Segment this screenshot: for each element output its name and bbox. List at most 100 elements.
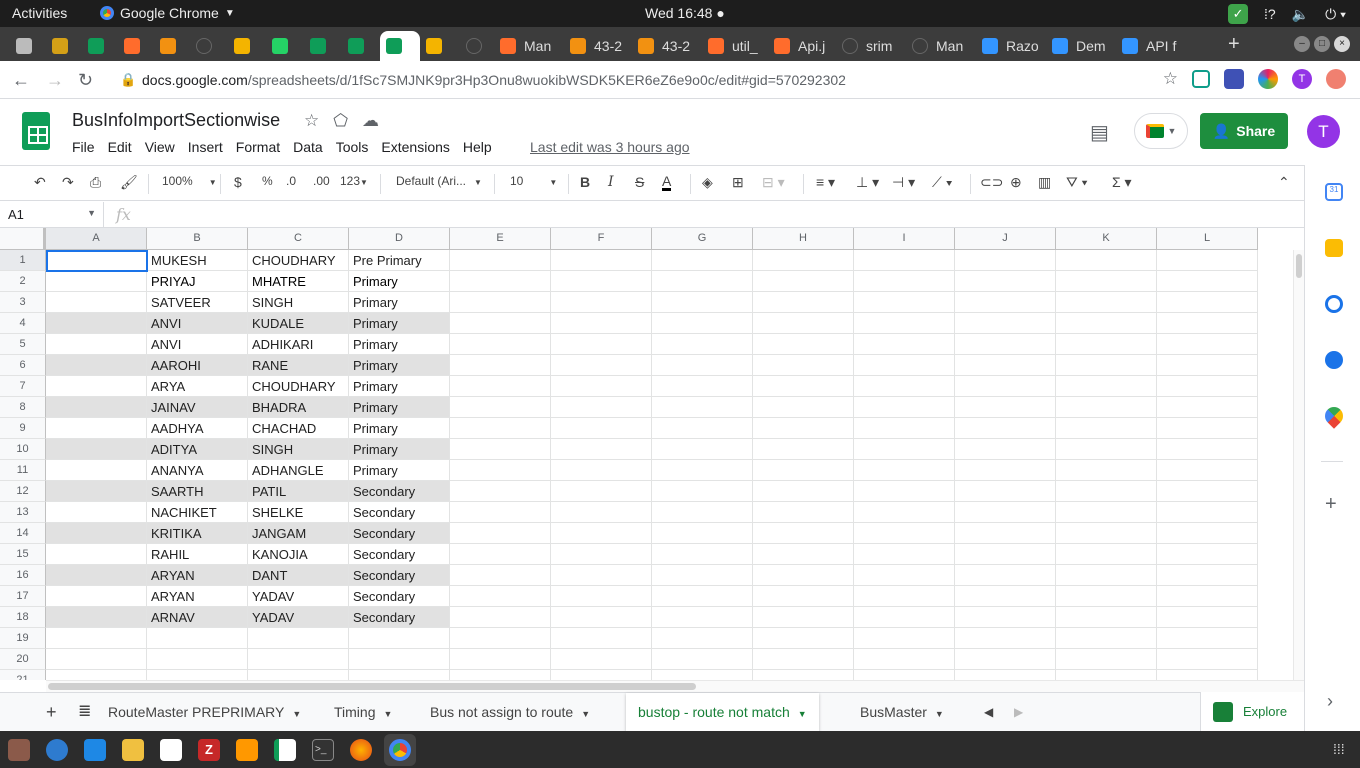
cell-h8[interactable] (753, 397, 854, 418)
row-header[interactable]: 9 (0, 418, 46, 439)
cell-d6[interactable]: Primary (349, 355, 450, 376)
cell-c1[interactable]: CHOUDHARY (248, 250, 349, 271)
bookmark-star-icon[interactable]: ☆ (1163, 69, 1178, 89)
cell-l14[interactable] (1157, 523, 1258, 544)
browser-tab[interactable]: API f (1116, 31, 1182, 61)
power-icon[interactable]: ⏻ ▾ (1325, 6, 1346, 23)
cell-h4[interactable] (753, 313, 854, 334)
cell-a3[interactable] (46, 292, 147, 313)
cell-j4[interactable] (955, 313, 1056, 334)
star-icon[interactable]: ☆ (304, 111, 319, 131)
cell-k20[interactable] (1056, 649, 1157, 670)
cell-l10[interactable] (1157, 439, 1258, 460)
cell-j5[interactable] (955, 334, 1056, 355)
cell-b18[interactable]: ARNAV (147, 607, 248, 628)
text-color-icon[interactable]: A (662, 174, 672, 191)
row-header[interactable]: 19 (0, 628, 46, 649)
cell-l7[interactable] (1157, 376, 1258, 397)
cell-c14[interactable]: JANGAM (248, 523, 349, 544)
cell-e19[interactable] (450, 628, 551, 649)
browser-tab[interactable] (228, 31, 266, 61)
cell-c11[interactable]: ADHANGLE (248, 460, 349, 481)
row-header[interactable]: 7 (0, 376, 46, 397)
cell-e8[interactable] (450, 397, 551, 418)
cell-c21[interactable] (248, 670, 349, 680)
row-header[interactable]: 8 (0, 397, 46, 418)
cell-a12[interactable] (46, 481, 147, 502)
cell-d16[interactable]: Secondary (349, 565, 450, 586)
column-header-j[interactable]: J (955, 228, 1056, 250)
cell-c12[interactable]: PATIL (248, 481, 349, 502)
cell-h18[interactable] (753, 607, 854, 628)
cell-g5[interactable] (652, 334, 753, 355)
cell-b20[interactable] (147, 649, 248, 670)
cell-a21[interactable] (46, 670, 147, 680)
row-header[interactable]: 1 (0, 250, 46, 271)
cell-j14[interactable] (955, 523, 1056, 544)
cell-l5[interactable] (1157, 334, 1258, 355)
cell-i7[interactable] (854, 376, 955, 397)
cell-f10[interactable] (551, 439, 652, 460)
profile-avatar[interactable]: T (1292, 69, 1312, 89)
cell-e5[interactable] (450, 334, 551, 355)
cell-e13[interactable] (450, 502, 551, 523)
cell-j6[interactable] (955, 355, 1056, 376)
cell-h1[interactable] (753, 250, 854, 271)
menu-item-extensions[interactable]: Extensions (381, 139, 449, 155)
row-header[interactable]: 12 (0, 481, 46, 502)
cell-d2[interactable]: Primary (349, 271, 450, 292)
cell-k13[interactable] (1056, 502, 1157, 523)
cell-i17[interactable] (854, 586, 955, 607)
cell-k5[interactable] (1056, 334, 1157, 355)
share-button[interactable]: 👤 Share (1200, 113, 1288, 149)
cell-j9[interactable] (955, 418, 1056, 439)
cell-e21[interactable] (450, 670, 551, 680)
vertical-scrollbar[interactable] (1293, 250, 1304, 680)
cell-k11[interactable] (1056, 460, 1157, 481)
row-header[interactable]: 17 (0, 586, 46, 607)
cell-f12[interactable] (551, 481, 652, 502)
cell-l8[interactable] (1157, 397, 1258, 418)
cell-a11[interactable] (46, 460, 147, 481)
cell-k9[interactable] (1056, 418, 1157, 439)
cell-e2[interactable] (450, 271, 551, 292)
cell-f4[interactable] (551, 313, 652, 334)
browser-tab[interactable]: Api.j (768, 31, 836, 61)
cell-f17[interactable] (551, 586, 652, 607)
row-header[interactable]: 13 (0, 502, 46, 523)
row-header[interactable]: 6 (0, 355, 46, 376)
document-title[interactable]: BusInfoImportSectionwise (72, 110, 280, 131)
column-header-f[interactable]: F (551, 228, 652, 250)
cell-h2[interactable] (753, 271, 854, 292)
cell-i16[interactable] (854, 565, 955, 586)
cell-b10[interactable]: ADITYA (147, 439, 248, 460)
cell-c3[interactable]: SINGH (248, 292, 349, 313)
cell-d9[interactable]: Primary (349, 418, 450, 439)
cell-d4[interactable]: Primary (349, 313, 450, 334)
browser-tab[interactable] (380, 31, 420, 61)
cell-k4[interactable] (1056, 313, 1157, 334)
menu-item-data[interactable]: Data (293, 139, 323, 155)
cell-l17[interactable] (1157, 586, 1258, 607)
select-all-corner[interactable] (0, 228, 46, 250)
browser-tab[interactable]: Razo (976, 31, 1046, 61)
vertical-align-icon[interactable]: ⊥ ▾ (856, 174, 879, 191)
filezilla-icon[interactable]: Z (198, 739, 220, 761)
libreoffice-calc-icon[interactable] (274, 739, 296, 761)
cell-h14[interactable] (753, 523, 854, 544)
cell-g6[interactable] (652, 355, 753, 376)
cell-d12[interactable]: Secondary (349, 481, 450, 502)
cell-d21[interactable] (349, 670, 450, 680)
menu-item-file[interactable]: File (72, 139, 95, 155)
cell-k3[interactable] (1056, 292, 1157, 313)
cell-f19[interactable] (551, 628, 652, 649)
tasks-icon[interactable] (1325, 295, 1343, 313)
scroll-tabs-right-icon[interactable]: ▶ (1008, 693, 1029, 731)
row-header[interactable]: 21 (0, 670, 46, 680)
row-header[interactable]: 15 (0, 544, 46, 565)
horizontal-scrollbar[interactable] (46, 680, 1304, 692)
cell-i8[interactable] (854, 397, 955, 418)
column-header-l[interactable]: L (1157, 228, 1258, 250)
show-side-panel-icon[interactable]: › (1327, 691, 1333, 712)
cell-d3[interactable]: Primary (349, 292, 450, 313)
